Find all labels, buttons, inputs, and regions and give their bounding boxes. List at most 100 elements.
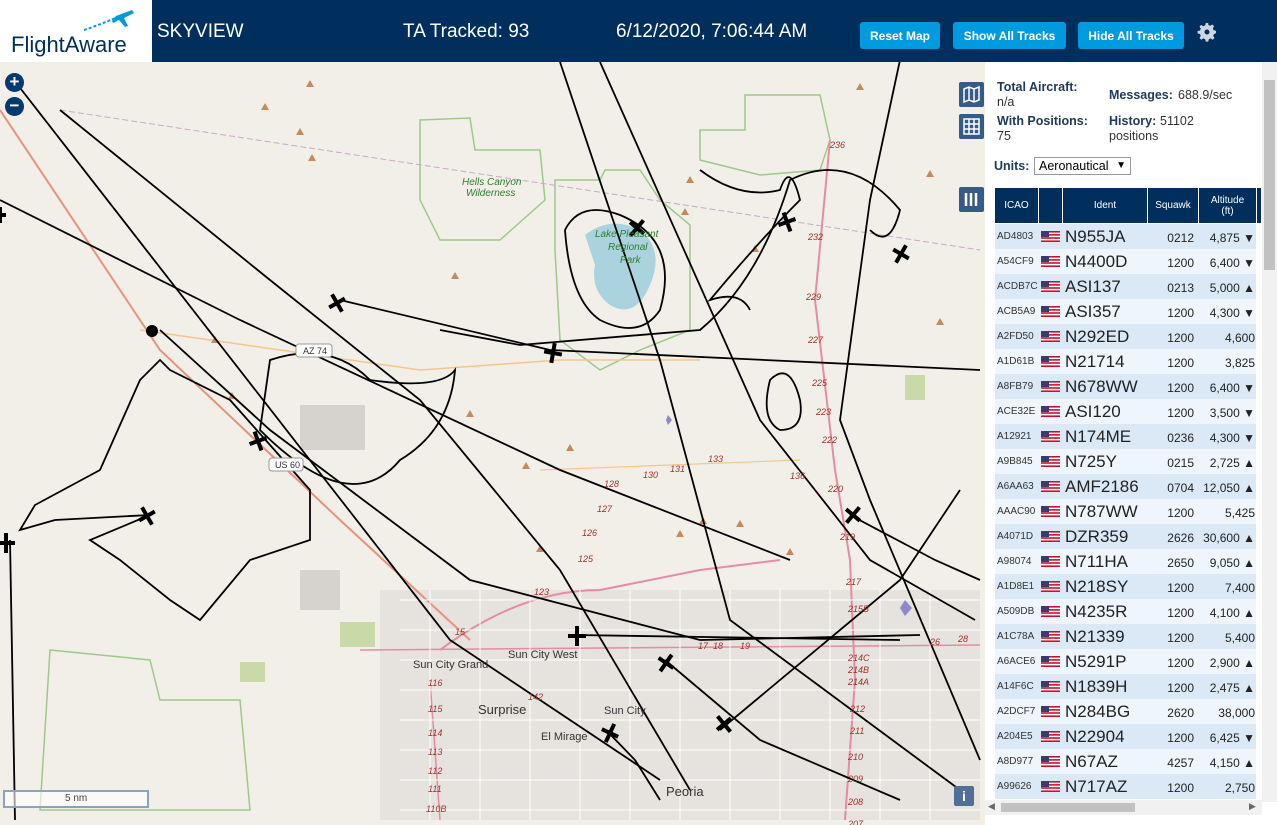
route-number: 19 — [740, 641, 750, 651]
map-layers-button[interactable] — [959, 82, 984, 107]
table-row[interactable]: A14F6C N1839H 1200 2,475 ▲ — [995, 674, 1256, 700]
zoom-out-button[interactable]: − — [5, 97, 24, 116]
table-row[interactable]: A4071D DZR359 2626 30,600 ▲ — [995, 524, 1256, 550]
table-row[interactable]: A509DB N4235R 1200 4,100 ▲ — [995, 599, 1256, 625]
cell-squawk: 0212 — [1167, 231, 1194, 245]
cell-squawk: 1200 — [1167, 331, 1194, 345]
flightaware-logo[interactable]: FlightAware — [0, 0, 152, 62]
table-row[interactable]: A54CF9 N4400D 1200 6,400 ▼ — [995, 249, 1256, 275]
map-canvas[interactable]: Hells Canyon Wilderness Lake Pleasant Re… — [0, 62, 985, 825]
cell-ident: N174ME — [1065, 427, 1132, 446]
table-row[interactable]: A9B845 N725Y 0215 2,725 ▲ — [995, 449, 1256, 475]
cell-squawk: 0704 — [1167, 481, 1194, 495]
route-number: 113 — [428, 747, 442, 757]
cell-icao: A8FB79 — [997, 381, 1034, 392]
table-row[interactable]: A6ACE6 N5291P 1200 2,900 ▲ — [995, 649, 1256, 675]
cell-squawk: 2650 — [1167, 556, 1194, 570]
scroll-right-icon[interactable]: ▶ — [1249, 801, 1256, 812]
chevron-down-icon: ▼ — [1116, 160, 1126, 171]
col-ident[interactable]: Ident — [1063, 188, 1148, 223]
table-row[interactable]: A1D8E1 N218SY 1200 7,400 — [995, 574, 1256, 600]
gear-icon[interactable] — [1195, 20, 1219, 44]
vertical-scrollbar[interactable] — [1262, 62, 1277, 802]
route-number: 114 — [428, 728, 442, 738]
col-squawk[interactable]: Squawk — [1148, 188, 1199, 223]
scale-bar: 5 nm — [3, 790, 149, 808]
cell-altitude: 5,000 ▲ — [1209, 281, 1255, 295]
table-row[interactable]: A6AA63 AMF2186 0704 12,050 ▲ — [995, 474, 1256, 500]
horizontal-scrollbar[interactable]: ◀ ▶ — [985, 800, 1262, 815]
grid-toggle-button[interactable] — [959, 114, 984, 139]
us-flag-icon — [1041, 431, 1060, 442]
route-number: 214C — [847, 653, 870, 663]
cell-altitude: 2,750 — [1224, 781, 1255, 795]
col-flag[interactable] — [1039, 188, 1063, 223]
units-value: Aeronautical — [1039, 159, 1109, 173]
reset-map-button[interactable]: Reset Map — [860, 22, 940, 49]
clock: 6/12/2020, 7:06:44 AM — [616, 21, 808, 42]
us-flag-icon — [1041, 781, 1060, 792]
route-number: 18 — [713, 641, 723, 651]
table-row[interactable]: A1C78A N21339 1200 5,400 — [995, 624, 1256, 650]
route-number: 222 — [821, 435, 837, 445]
aircraft-panel: Total Aircraft: n/a With Positions: 75 M… — [985, 62, 1277, 825]
table-row[interactable]: A1D61B N21714 1200 3,825 — [995, 349, 1256, 375]
label-park: Park — [620, 255, 642, 266]
route-number: 220 — [827, 484, 843, 494]
cell-icao: A6ACE6 — [997, 656, 1036, 667]
cell-icao: A54CF9 — [997, 256, 1034, 267]
info-button[interactable]: i — [954, 786, 974, 806]
table-row[interactable]: A204E5 N22904 1200 6,425 ▼ — [995, 724, 1256, 750]
route-number: 116 — [428, 678, 442, 688]
table-row[interactable]: A99626 N717AZ 1200 2,750 — [995, 774, 1256, 800]
total-aircraft-value: n/a — [997, 95, 1015, 109]
table-row[interactable]: A8FB79 N678WW 1200 6,400 ▼ — [995, 374, 1256, 400]
with-positions-label: With Positions: — [997, 114, 1088, 128]
cell-altitude: 2,725 ▲ — [1209, 456, 1255, 470]
zoom-in-button[interactable]: + — [5, 73, 24, 92]
us-flag-icon — [1041, 756, 1060, 767]
col-altitude[interactable]: Altitude (ft) — [1199, 188, 1257, 223]
table-row[interactable]: A98074 N711HA 2650 9,050 ▲ — [995, 549, 1256, 575]
route-number: 223 — [815, 407, 831, 417]
grid-icon — [963, 118, 980, 135]
cell-squawk: 4257 — [1167, 756, 1194, 770]
table-row[interactable]: ACDB7C ASI137 0213 5,000 ▲ — [995, 274, 1256, 300]
show-all-tracks-button[interactable]: Show All Tracks — [953, 22, 1066, 49]
top-bar: FlightAware SKYVIEW TA Tracked: 93 6/12/… — [0, 0, 1277, 62]
map-icon — [963, 85, 980, 104]
hide-all-tracks-button[interactable]: Hide All Tracks — [1078, 22, 1184, 49]
cell-altitude: 4,150 ▲ — [1209, 756, 1255, 770]
aircraft-dot — [146, 325, 158, 337]
scrollbar-thumb[interactable] — [1001, 803, 1135, 812]
cell-icao: A12921 — [997, 431, 1032, 442]
col-altitude-label: Altitude — [1210, 194, 1245, 206]
cell-squawk: 1200 — [1167, 356, 1194, 370]
us-flag-icon — [1041, 581, 1060, 592]
table-row[interactable]: AAAC90 N787WW 1200 5,425 — [995, 499, 1256, 525]
route-number: 212 — [849, 704, 865, 714]
cell-altitude: 4,600 — [1224, 331, 1255, 345]
cell-icao: A4071D — [997, 531, 1034, 542]
us-flag-icon — [1041, 506, 1060, 517]
table-row[interactable]: ACE32E ASI120 1200 3,500 ▼ — [995, 399, 1256, 425]
label-sun-city: Sun City — [604, 705, 646, 717]
table-row[interactable]: AD4803 N955JA 0212 4,875 ▼ — [995, 224, 1256, 250]
cell-ident: N955JA — [1065, 227, 1126, 246]
columns-icon — [964, 193, 978, 206]
scroll-left-icon[interactable]: ◀ — [988, 801, 995, 812]
cell-squawk: 2620 — [1167, 706, 1194, 720]
units-select[interactable]: Aeronautical ▼ — [1034, 157, 1131, 175]
table-row[interactable]: ACB5A9 ASI357 1200 4,300 ▼ — [995, 299, 1256, 325]
columns-toggle-button[interactable] — [959, 187, 984, 212]
label-surprise: Surprise — [478, 702, 526, 717]
with-positions-value: 75 — [997, 129, 1011, 143]
table-row[interactable]: A8D977 N67AZ 4257 4,150 ▲ — [995, 749, 1256, 775]
cell-altitude: 2,475 ▲ — [1209, 681, 1255, 695]
table-row[interactable]: A2DCF7 N284BG 2620 38,000 — [995, 699, 1256, 725]
label-el-mirage: El Mirage — [541, 731, 587, 743]
col-icao[interactable]: ICAO — [995, 188, 1039, 223]
table-row[interactable]: A12921 N174ME 0236 4,300 ▼ — [995, 424, 1256, 450]
scrollbar-thumb[interactable] — [1264, 80, 1275, 270]
table-row[interactable]: A2FD50 N292ED 1200 4,600 — [995, 324, 1256, 350]
